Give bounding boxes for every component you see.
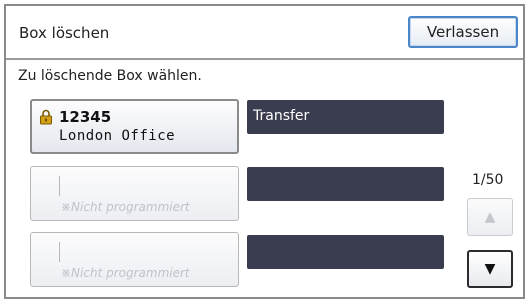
document-field-3 — [247, 235, 444, 269]
exit-button[interactable]: Verlassen — [408, 16, 518, 48]
box-button-3[interactable]: ※Nicht programmiert — [30, 232, 239, 287]
not-programmed-label: ※Nicht programmiert — [61, 266, 190, 280]
instruction-text: Zu löschende Box wählen. — [18, 68, 202, 84]
not-programmed-label: ※Nicht programmiert — [61, 200, 190, 214]
scroll-down-button[interactable]: ▼ — [467, 250, 513, 288]
box-number: 12345 — [59, 108, 112, 126]
triangle-down-icon: ▼ — [484, 261, 496, 277]
slot-divider — [59, 242, 60, 262]
page-indicator: 1/50 — [472, 172, 504, 188]
slot-divider — [59, 176, 60, 196]
box-button-1[interactable]: 12345 London Office — [30, 99, 239, 154]
document-name: Transfer — [253, 108, 310, 124]
scroll-up-button[interactable]: ▲ — [467, 198, 513, 236]
lock-icon — [40, 109, 52, 125]
box-button-2[interactable]: ※Nicht programmiert — [30, 166, 239, 221]
document-field-1: Transfer — [247, 100, 444, 134]
delete-box-dialog: Box löschen Verlassen Zu löschende Box w… — [4, 4, 525, 299]
box-name: London Office — [59, 128, 176, 144]
document-field-2 — [247, 167, 444, 201]
dialog-title: Box löschen — [19, 24, 110, 42]
title-bar: Box löschen Verlassen — [6, 6, 523, 60]
triangle-up-icon: ▲ — [484, 209, 496, 225]
